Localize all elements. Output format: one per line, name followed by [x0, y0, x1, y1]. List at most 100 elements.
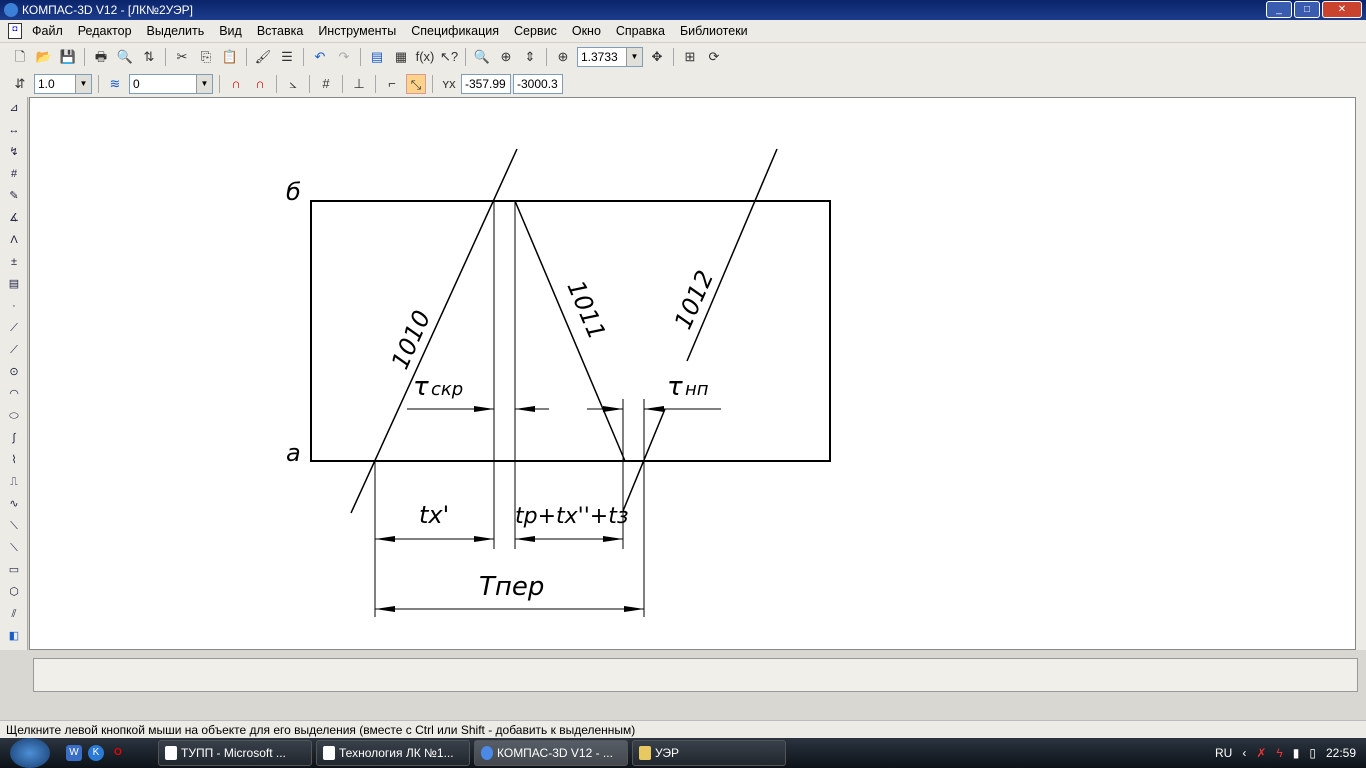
- print-icon[interactable]: 🖶: [91, 47, 111, 67]
- reports-icon[interactable]: ▤: [4, 274, 24, 294]
- network-icon[interactable]: ▮: [1293, 746, 1300, 760]
- edit-icon[interactable]: #: [4, 164, 24, 184]
- grid-icon[interactable]: #: [316, 74, 336, 94]
- close-button[interactable]: ✕: [1322, 1, 1362, 18]
- local-cs-icon[interactable]: ⊥: [349, 74, 369, 94]
- menu-specification[interactable]: Спецификация: [411, 24, 499, 38]
- open-icon[interactable]: 📂: [34, 47, 54, 67]
- antivirus-icon[interactable]: ✗: [1256, 746, 1266, 760]
- snap-mode-icon[interactable]: ⤡: [406, 73, 426, 94]
- task-uer-folder[interactable]: УЭР: [632, 740, 786, 766]
- library-icon[interactable]: ▦: [391, 47, 411, 67]
- chevron-down-icon[interactable]: ▼: [626, 47, 642, 66]
- parametrization-icon[interactable]: ✎: [4, 186, 24, 206]
- chamfer-icon[interactable]: ⟍: [4, 516, 24, 536]
- menu-libraries[interactable]: Библиотеки: [680, 24, 748, 38]
- chevron-down-icon[interactable]: ▼: [196, 74, 212, 93]
- ortho-mode-icon[interactable]: ⌐: [382, 74, 402, 94]
- pan-icon[interactable]: ✥: [647, 47, 667, 67]
- aux-line-icon[interactable]: ⟋: [4, 318, 24, 338]
- segment-icon[interactable]: ⟋: [4, 340, 24, 360]
- menu-view[interactable]: Вид: [219, 24, 242, 38]
- local-snap-icon[interactable]: ∩: [250, 74, 270, 94]
- menu-help[interactable]: Справка: [616, 24, 665, 38]
- menu-file[interactable]: Файл: [32, 24, 63, 38]
- zoom-icon[interactable]: ⊕: [553, 47, 573, 67]
- symbols-icon[interactable]: ↯: [4, 142, 24, 162]
- polyline-icon[interactable]: ⌇: [4, 450, 24, 470]
- menu-window[interactable]: Окно: [572, 24, 601, 38]
- menu-service[interactable]: Сервис: [514, 24, 557, 38]
- ortho-icon[interactable]: ⦣: [283, 74, 303, 94]
- refresh-icon[interactable]: ⟳: [704, 47, 724, 67]
- menu-editor[interactable]: Редактор: [78, 24, 132, 38]
- chevron-down-icon[interactable]: ▼: [75, 74, 91, 93]
- fill-icon[interactable]: ◧: [4, 626, 24, 646]
- select-icon[interactable]: Λ: [4, 230, 24, 250]
- kompas-quicklaunch-icon[interactable]: K: [88, 745, 104, 761]
- save-icon[interactable]: 💾: [58, 47, 78, 67]
- document-icon[interactable]: ◘: [8, 23, 22, 39]
- manager-icon[interactable]: ▤: [367, 47, 387, 67]
- menu-insert[interactable]: Вставка: [257, 24, 303, 38]
- paste-icon[interactable]: 📋: [220, 47, 240, 67]
- layer-combo[interactable]: 0 ▼: [129, 73, 213, 94]
- zoom-in-icon[interactable]: ⊕: [496, 47, 516, 67]
- snap-magnet-icon[interactable]: ∩: [226, 74, 246, 94]
- spec-icon[interactable]: ±: [4, 252, 24, 272]
- new-file-icon[interactable]: 🗋: [10, 47, 30, 67]
- flash-icon[interactable]: ϟ: [1276, 746, 1282, 760]
- fillet-icon[interactable]: ⟍: [4, 538, 24, 558]
- rectangle-icon[interactable]: ▭: [4, 560, 24, 580]
- step-icon[interactable]: ⇵: [10, 74, 30, 94]
- hatch-icon[interactable]: ⫽: [4, 604, 24, 624]
- label-1012: 1012: [669, 266, 719, 333]
- cut-icon[interactable]: ✂: [172, 47, 192, 67]
- geometry-icon[interactable]: ⊿: [4, 98, 24, 118]
- layers-icon[interactable]: ≋: [105, 74, 125, 94]
- line-scale-combo[interactable]: 1.0 ▼: [34, 73, 92, 94]
- coord-y-field[interactable]: -3000.3: [513, 73, 563, 94]
- arc-icon[interactable]: ◠: [4, 384, 24, 404]
- task-tupp[interactable]: ТУПП - Microsoft ...: [158, 740, 312, 766]
- circle-icon[interactable]: ⊙: [4, 362, 24, 382]
- language-indicator[interactable]: RU: [1215, 746, 1232, 760]
- export-icon[interactable]: ⇅: [139, 47, 159, 67]
- task-tehnologiya[interactable]: Технология ЛК №1...: [316, 740, 470, 766]
- spline-icon[interactable]: ∫: [4, 428, 24, 448]
- vertical-scrollbar[interactable]: [1356, 97, 1366, 650]
- help-pointer-icon[interactable]: ↖?: [439, 47, 459, 67]
- minimize-button[interactable]: _: [1266, 1, 1292, 18]
- contour-icon[interactable]: ⎍: [4, 472, 24, 492]
- show-hidden-icons-icon[interactable]: ‹: [1242, 746, 1246, 760]
- polygon-icon[interactable]: ⬡: [4, 582, 24, 602]
- task-kompas[interactable]: КОМПАС-3D V12 - ...: [474, 740, 628, 766]
- measure-icon[interactable]: ∡: [4, 208, 24, 228]
- dimensions-icon[interactable]: ↔: [4, 120, 24, 140]
- clock[interactable]: 22:59: [1326, 746, 1356, 760]
- zoom-window-icon[interactable]: 🔍: [472, 47, 492, 67]
- zoom-combo[interactable]: 1.3733 ▼: [577, 46, 643, 67]
- properties-icon[interactable]: ☰: [277, 47, 297, 67]
- zoom-scale-icon[interactable]: ⇕: [520, 47, 540, 67]
- battery-icon[interactable]: ▯: [1309, 746, 1316, 760]
- undo-icon[interactable]: ↶: [310, 47, 330, 67]
- ellipse-icon[interactable]: ⬭: [4, 406, 24, 426]
- start-button[interactable]: [10, 738, 50, 768]
- menu-select[interactable]: Выделить: [147, 24, 205, 38]
- regenerate-icon[interactable]: ⊞: [680, 47, 700, 67]
- maximize-button[interactable]: □: [1294, 1, 1320, 18]
- copy-icon[interactable]: ⎘: [196, 47, 216, 67]
- point-icon[interactable]: ·: [4, 296, 24, 316]
- word-quicklaunch-icon[interactable]: W: [66, 745, 82, 761]
- variables-icon[interactable]: f(x): [415, 47, 435, 67]
- print-preview-icon[interactable]: 🔍: [115, 47, 135, 67]
- label-1010: 1010: [386, 306, 436, 373]
- redo-icon[interactable]: ↷: [334, 47, 354, 67]
- coord-x-field[interactable]: -357.99: [461, 73, 511, 94]
- opera-quicklaunch-icon[interactable]: O: [110, 745, 126, 761]
- menu-tools[interactable]: Инструменты: [318, 24, 396, 38]
- drawing-canvas[interactable]: б а 1010 1011 1012 τ скр τ нп tх' tр+tх'…: [29, 97, 1356, 650]
- format-brush-icon[interactable]: 🖌: [253, 47, 273, 67]
- bezier-icon[interactable]: ∿: [4, 494, 24, 514]
